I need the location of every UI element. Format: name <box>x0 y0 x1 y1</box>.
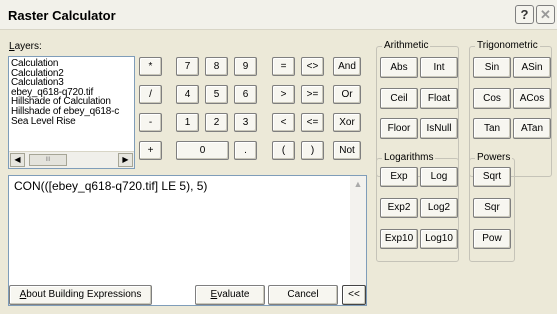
window-title: Raster Calculator <box>8 8 116 23</box>
help-button[interactable]: ? <box>515 5 534 24</box>
layers-hscrollbar[interactable]: ◀ III ▶ <box>9 151 134 168</box>
digit-5-button[interactable]: 5 <box>205 85 228 104</box>
int-button[interactable]: Int <box>420 57 458 78</box>
log10-button[interactable]: Log10 <box>420 229 458 249</box>
collapse-button[interactable]: << <box>342 285 366 305</box>
greater-than-button[interactable]: > <box>272 85 295 104</box>
powers-group-label: Powers <box>475 152 513 163</box>
layers-label: Layers: <box>9 41 42 52</box>
less-equal-button[interactable]: <= <box>301 113 324 132</box>
close-button[interactable]: ✕ <box>536 5 555 24</box>
scroll-thumb[interactable]: III <box>29 154 67 166</box>
digit-8-button[interactable]: 8 <box>205 57 228 76</box>
digit-3-button[interactable]: 3 <box>234 113 257 132</box>
not-equal-button[interactable]: <> <box>301 57 324 76</box>
title-bar: Raster Calculator ? ✕ <box>0 0 557 30</box>
less-than-button[interactable]: < <box>272 113 295 132</box>
layers-list[interactable]: Calculation Calculation2 Calculation3 eb… <box>8 56 135 169</box>
equals-button[interactable]: = <box>272 57 295 76</box>
digit-1-button[interactable]: 1 <box>176 113 199 132</box>
digit-6-button[interactable]: 6 <box>234 85 257 104</box>
atan-button[interactable]: ATan <box>513 118 551 139</box>
and-button[interactable]: And <box>333 57 361 76</box>
divide-button[interactable]: / <box>139 85 162 104</box>
decimal-point-button[interactable]: . <box>234 141 257 160</box>
log2-button[interactable]: Log2 <box>420 198 458 218</box>
scroll-up-icon[interactable]: ▲ <box>351 177 365 191</box>
acos-button[interactable]: ACos <box>513 88 551 109</box>
float-button[interactable]: Float <box>420 88 458 109</box>
arithmetic-group-label: Arithmetic <box>382 40 431 51</box>
digit-9-button[interactable]: 9 <box>234 57 257 76</box>
cancel-button[interactable]: Cancel <box>268 285 338 305</box>
asin-button[interactable]: ASin <box>513 57 551 78</box>
close-paren-button[interactable]: ) <box>301 141 324 160</box>
pow-button[interactable]: Pow <box>473 229 511 249</box>
ceil-button[interactable]: Ceil <box>380 88 418 109</box>
subtract-button[interactable]: - <box>139 113 162 132</box>
open-paren-button[interactable]: ( <box>272 141 295 160</box>
evaluate-button[interactable]: Evaluate <box>195 285 265 305</box>
dialog-body: Layers: Calculation Calculation2 Calcula… <box>2 32 555 312</box>
sqrt-button[interactable]: Sqrt <box>473 167 511 187</box>
greater-equal-button[interactable]: >= <box>301 85 324 104</box>
isnull-button[interactable]: IsNull <box>420 118 458 139</box>
scroll-left-icon[interactable]: ◀ <box>10 153 25 167</box>
exp2-button[interactable]: Exp2 <box>380 198 418 218</box>
digit-2-button[interactable]: 2 <box>205 113 228 132</box>
not-button[interactable]: Not <box>333 141 361 160</box>
digit-7-button[interactable]: 7 <box>176 57 199 76</box>
xor-button[interactable]: Xor <box>333 113 361 132</box>
expression-text: CON(([ebey_q618-q720.tif] LE 5), 5) <box>14 179 208 193</box>
digit-0-button[interactable]: 0 <box>176 141 229 160</box>
sin-button[interactable]: Sin <box>473 57 511 78</box>
about-building-expressions-button[interactable]: About Building Expressions <box>9 285 152 305</box>
digit-4-button[interactable]: 4 <box>176 85 199 104</box>
floor-button[interactable]: Floor <box>380 118 418 139</box>
log-button[interactable]: Log <box>420 167 458 187</box>
tan-button[interactable]: Tan <box>473 118 511 139</box>
multiply-button[interactable]: * <box>139 57 162 76</box>
sqr-button[interactable]: Sqr <box>473 198 511 218</box>
logarithms-group-label: Logarithms <box>382 152 436 163</box>
add-button[interactable]: + <box>139 141 162 160</box>
or-button[interactable]: Or <box>333 85 361 104</box>
trigonometric-group-label: Trigonometric <box>475 40 540 51</box>
exp-button[interactable]: Exp <box>380 167 418 187</box>
list-item[interactable]: Sea Level Rise <box>11 116 119 127</box>
scroll-right-icon[interactable]: ▶ <box>118 153 133 167</box>
abs-button[interactable]: Abs <box>380 57 418 78</box>
exp10-button[interactable]: Exp10 <box>380 229 418 249</box>
cos-button[interactable]: Cos <box>473 88 511 109</box>
